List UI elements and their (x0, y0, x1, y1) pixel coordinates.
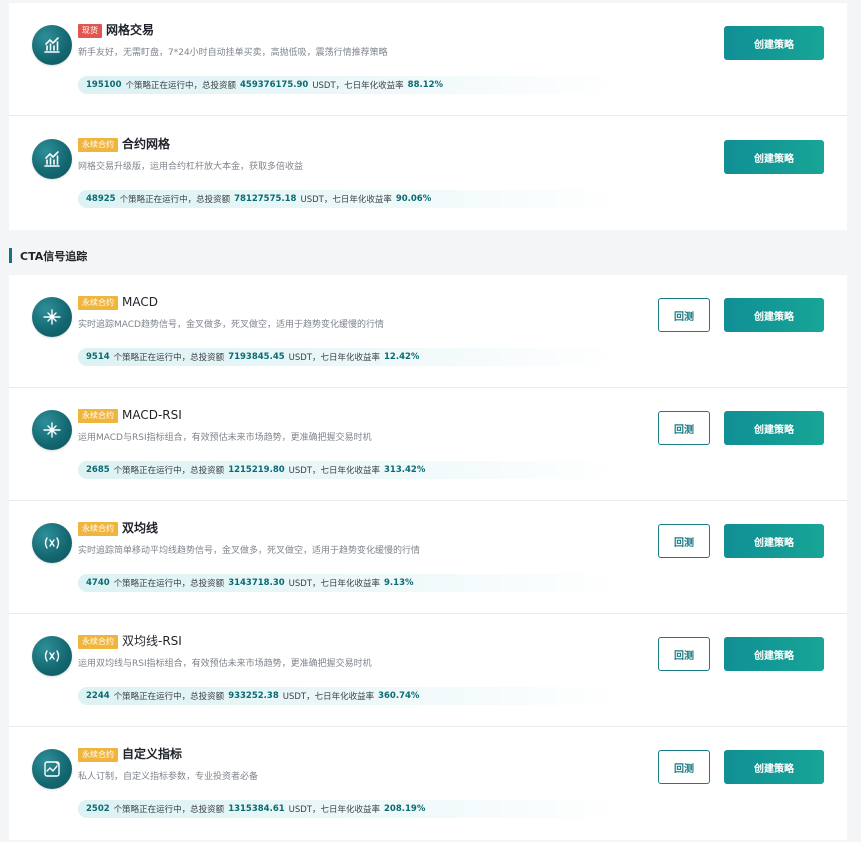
create-strategy-button[interactable]: 创建策略 (724, 750, 824, 784)
running-text: 个策略正在运行中，总投资额 (113, 353, 225, 363)
strategy-title: 自定义指标 (122, 747, 183, 761)
strategy-title: 双均线 (122, 521, 159, 535)
cta-strategies-panel: 永续合约 MACD 实时追踪MACD趋势信号，金叉做多，死叉做空，适用于趋势变化… (9, 275, 847, 840)
currency-text: USDT，七日年化收益率 (288, 466, 381, 476)
strategy-description: 网格交易升级版，运用合约杠杆放大本金，获取多倍收益 (78, 162, 304, 172)
currency-text: USDT，七日年化收益率 (312, 81, 404, 91)
strategy-card-grid-trading: 现货 网格交易 新手友好，无需盯盘，7*24小时自动挂单买卖，高抛低吸，震荡行情… (9, 3, 847, 116)
strategy-card-macd: 永续合约 MACD 实时追踪MACD趋势信号，金叉做多，死叉做空，适用于趋势变化… (9, 275, 847, 388)
strategy-stats: 4740 个策略正在运行中，总投资额 3143718.30 USDT，七日年化收… (78, 574, 618, 592)
perpetual-tag: 永续合约 (78, 522, 118, 536)
apy-value: 313.42% (384, 465, 426, 475)
strategy-stats: 48925 个策略正在运行中，总投资额 78127575.18 USDT，七日年… (78, 190, 618, 208)
apy-value: 208.19% (384, 804, 426, 814)
create-strategy-button[interactable]: 创建策略 (724, 298, 824, 332)
strategy-description: 运用MACD与RSI指标组合，有效预估未来市场趋势，更准确把握交易时机 (78, 433, 372, 443)
strategy-stats: 2244 个策略正在运行中，总投资额 933252.38 USDT，七日年化收益… (78, 687, 618, 705)
grid-strategies-panel: 现货 网格交易 新手友好，无需盯盘，7*24小时自动挂单买卖，高抛低吸，震荡行情… (9, 3, 847, 230)
perpetual-tag: 永续合约 (78, 635, 118, 649)
running-text: 个策略正在运行中，总投资额 (125, 81, 237, 91)
section-title: CTA信号追踪 (20, 249, 88, 263)
perpetual-tag: 永续合约 (78, 409, 118, 423)
custom-indicator-icon (32, 749, 72, 789)
strategy-description: 实时追踪MACD趋势信号，金叉做多，死叉做空，适用于趋势变化缓慢的行情 (78, 320, 384, 330)
currency-text: USDT，七日年化收益率 (288, 353, 381, 363)
apy-value: 90.06% (395, 194, 432, 204)
create-strategy-button[interactable]: 创建策略 (724, 411, 824, 445)
running-text: 个策略正在运行中，总投资额 (119, 195, 231, 205)
currency-text: USDT，七日年化收益率 (288, 579, 381, 589)
total-investment: 78127575.18 (234, 194, 297, 204)
strategy-stats: 195100 个策略正在运行中，总投资额 459376175.90 USDT，七… (78, 76, 618, 94)
total-investment: 7193845.45 (228, 352, 285, 362)
backtest-button[interactable]: 回测 (658, 637, 710, 671)
bar-chart-icon (32, 139, 72, 179)
backtest-button[interactable]: 回测 (658, 411, 710, 445)
running-count: 2244 (86, 691, 110, 701)
apy-value: 88.12% (407, 80, 444, 90)
strategy-title: 网格交易 (106, 23, 155, 37)
bar-chart-icon (32, 25, 72, 65)
perpetual-tag: 永续合约 (78, 138, 118, 152)
create-strategy-button[interactable]: 创建策略 (724, 524, 824, 558)
crosshair-icon (32, 410, 72, 450)
strategy-title: MACD-RSI (122, 408, 182, 422)
apy-value: 12.42% (384, 352, 420, 362)
create-strategy-button[interactable]: 创建策略 (724, 140, 824, 174)
running-text: 个策略正在运行中，总投资额 (113, 579, 225, 589)
running-count: 9514 (86, 352, 110, 362)
apy-value: 360.74% (378, 691, 420, 701)
total-investment: 459376175.90 (240, 80, 309, 90)
strategy-stats: 9514 个策略正在运行中，总投资额 7193845.45 USDT，七日年化收… (78, 348, 618, 366)
strategy-title: 双均线-RSI (122, 634, 182, 648)
section-accent-bar (9, 248, 12, 263)
spot-tag: 现货 (78, 24, 102, 38)
running-count: 4740 (86, 578, 110, 588)
running-count: 48925 (86, 194, 116, 204)
strategy-title: MACD (122, 295, 158, 309)
currency-text: USDT，七日年化收益率 (288, 805, 381, 815)
strategy-card-dual-ma-rsi: 永续合约 双均线-RSI 运用双均线与RSI指标组合，有效预估未来市场趋势，更准… (9, 614, 847, 727)
perpetual-tag: 永续合约 (78, 748, 118, 762)
strategy-card-macd-rsi: 永续合约 MACD-RSI 运用MACD与RSI指标组合，有效预估未来市场趋势，… (9, 388, 847, 501)
total-investment: 933252.38 (228, 691, 279, 701)
running-text: 个策略正在运行中，总投资额 (113, 466, 225, 476)
section-heading: CTA信号追踪 (9, 247, 87, 264)
running-text: 个策略正在运行中，总投资额 (113, 805, 225, 815)
signal-wave-icon (32, 523, 72, 563)
strategy-description: 私人订制，自定义指标参数，专业投资者必备 (78, 772, 259, 782)
strategy-stats: 2685 个策略正在运行中，总投资额 1215219.80 USDT，七日年化收… (78, 461, 618, 479)
backtest-button[interactable]: 回测 (658, 750, 710, 784)
strategy-card-futures-grid: 永续合约 合约网格 网格交易升级版，运用合约杠杆放大本金，获取多倍收益 4892… (9, 117, 847, 230)
create-strategy-button[interactable]: 创建策略 (724, 26, 824, 60)
strategy-description: 新手友好，无需盯盘，7*24小时自动挂单买卖，高抛低吸，震荡行情推荐策略 (78, 48, 388, 58)
strategy-card-custom-indicator: 永续合约 自定义指标 私人订制，自定义指标参数，专业投资者必备 2502 个策略… (9, 727, 847, 840)
running-text: 个策略正在运行中，总投资额 (113, 692, 225, 702)
strategy-card-dual-ma: 永续合约 双均线 实时追踪简单移动平均线趋势信号，金叉做多，死叉做空，适用于趋势… (9, 501, 847, 614)
strategy-description: 运用双均线与RSI指标组合，有效预估未来市场趋势，更准确把握交易时机 (78, 659, 372, 669)
total-investment: 1315384.61 (228, 804, 285, 814)
strategy-description: 实时追踪简单移动平均线趋势信号，金叉做多，死叉做空，适用于趋势变化缓慢的行情 (78, 546, 421, 556)
create-strategy-button[interactable]: 创建策略 (724, 637, 824, 671)
currency-text: USDT，七日年化收益率 (282, 692, 375, 702)
total-investment: 3143718.30 (228, 578, 285, 588)
strategy-title: 合约网格 (122, 137, 171, 151)
running-count: 2502 (86, 804, 110, 814)
apy-value: 9.13% (384, 578, 414, 588)
running-count: 2685 (86, 465, 110, 475)
backtest-button[interactable]: 回测 (658, 298, 710, 332)
backtest-button[interactable]: 回测 (658, 524, 710, 558)
currency-text: USDT，七日年化收益率 (300, 195, 392, 205)
signal-wave-icon (32, 636, 72, 676)
running-count: 195100 (86, 80, 122, 90)
perpetual-tag: 永续合约 (78, 296, 118, 310)
total-investment: 1215219.80 (228, 465, 285, 475)
crosshair-icon (32, 297, 72, 337)
strategy-stats: 2502 个策略正在运行中，总投资额 1315384.61 USDT，七日年化收… (78, 800, 618, 818)
